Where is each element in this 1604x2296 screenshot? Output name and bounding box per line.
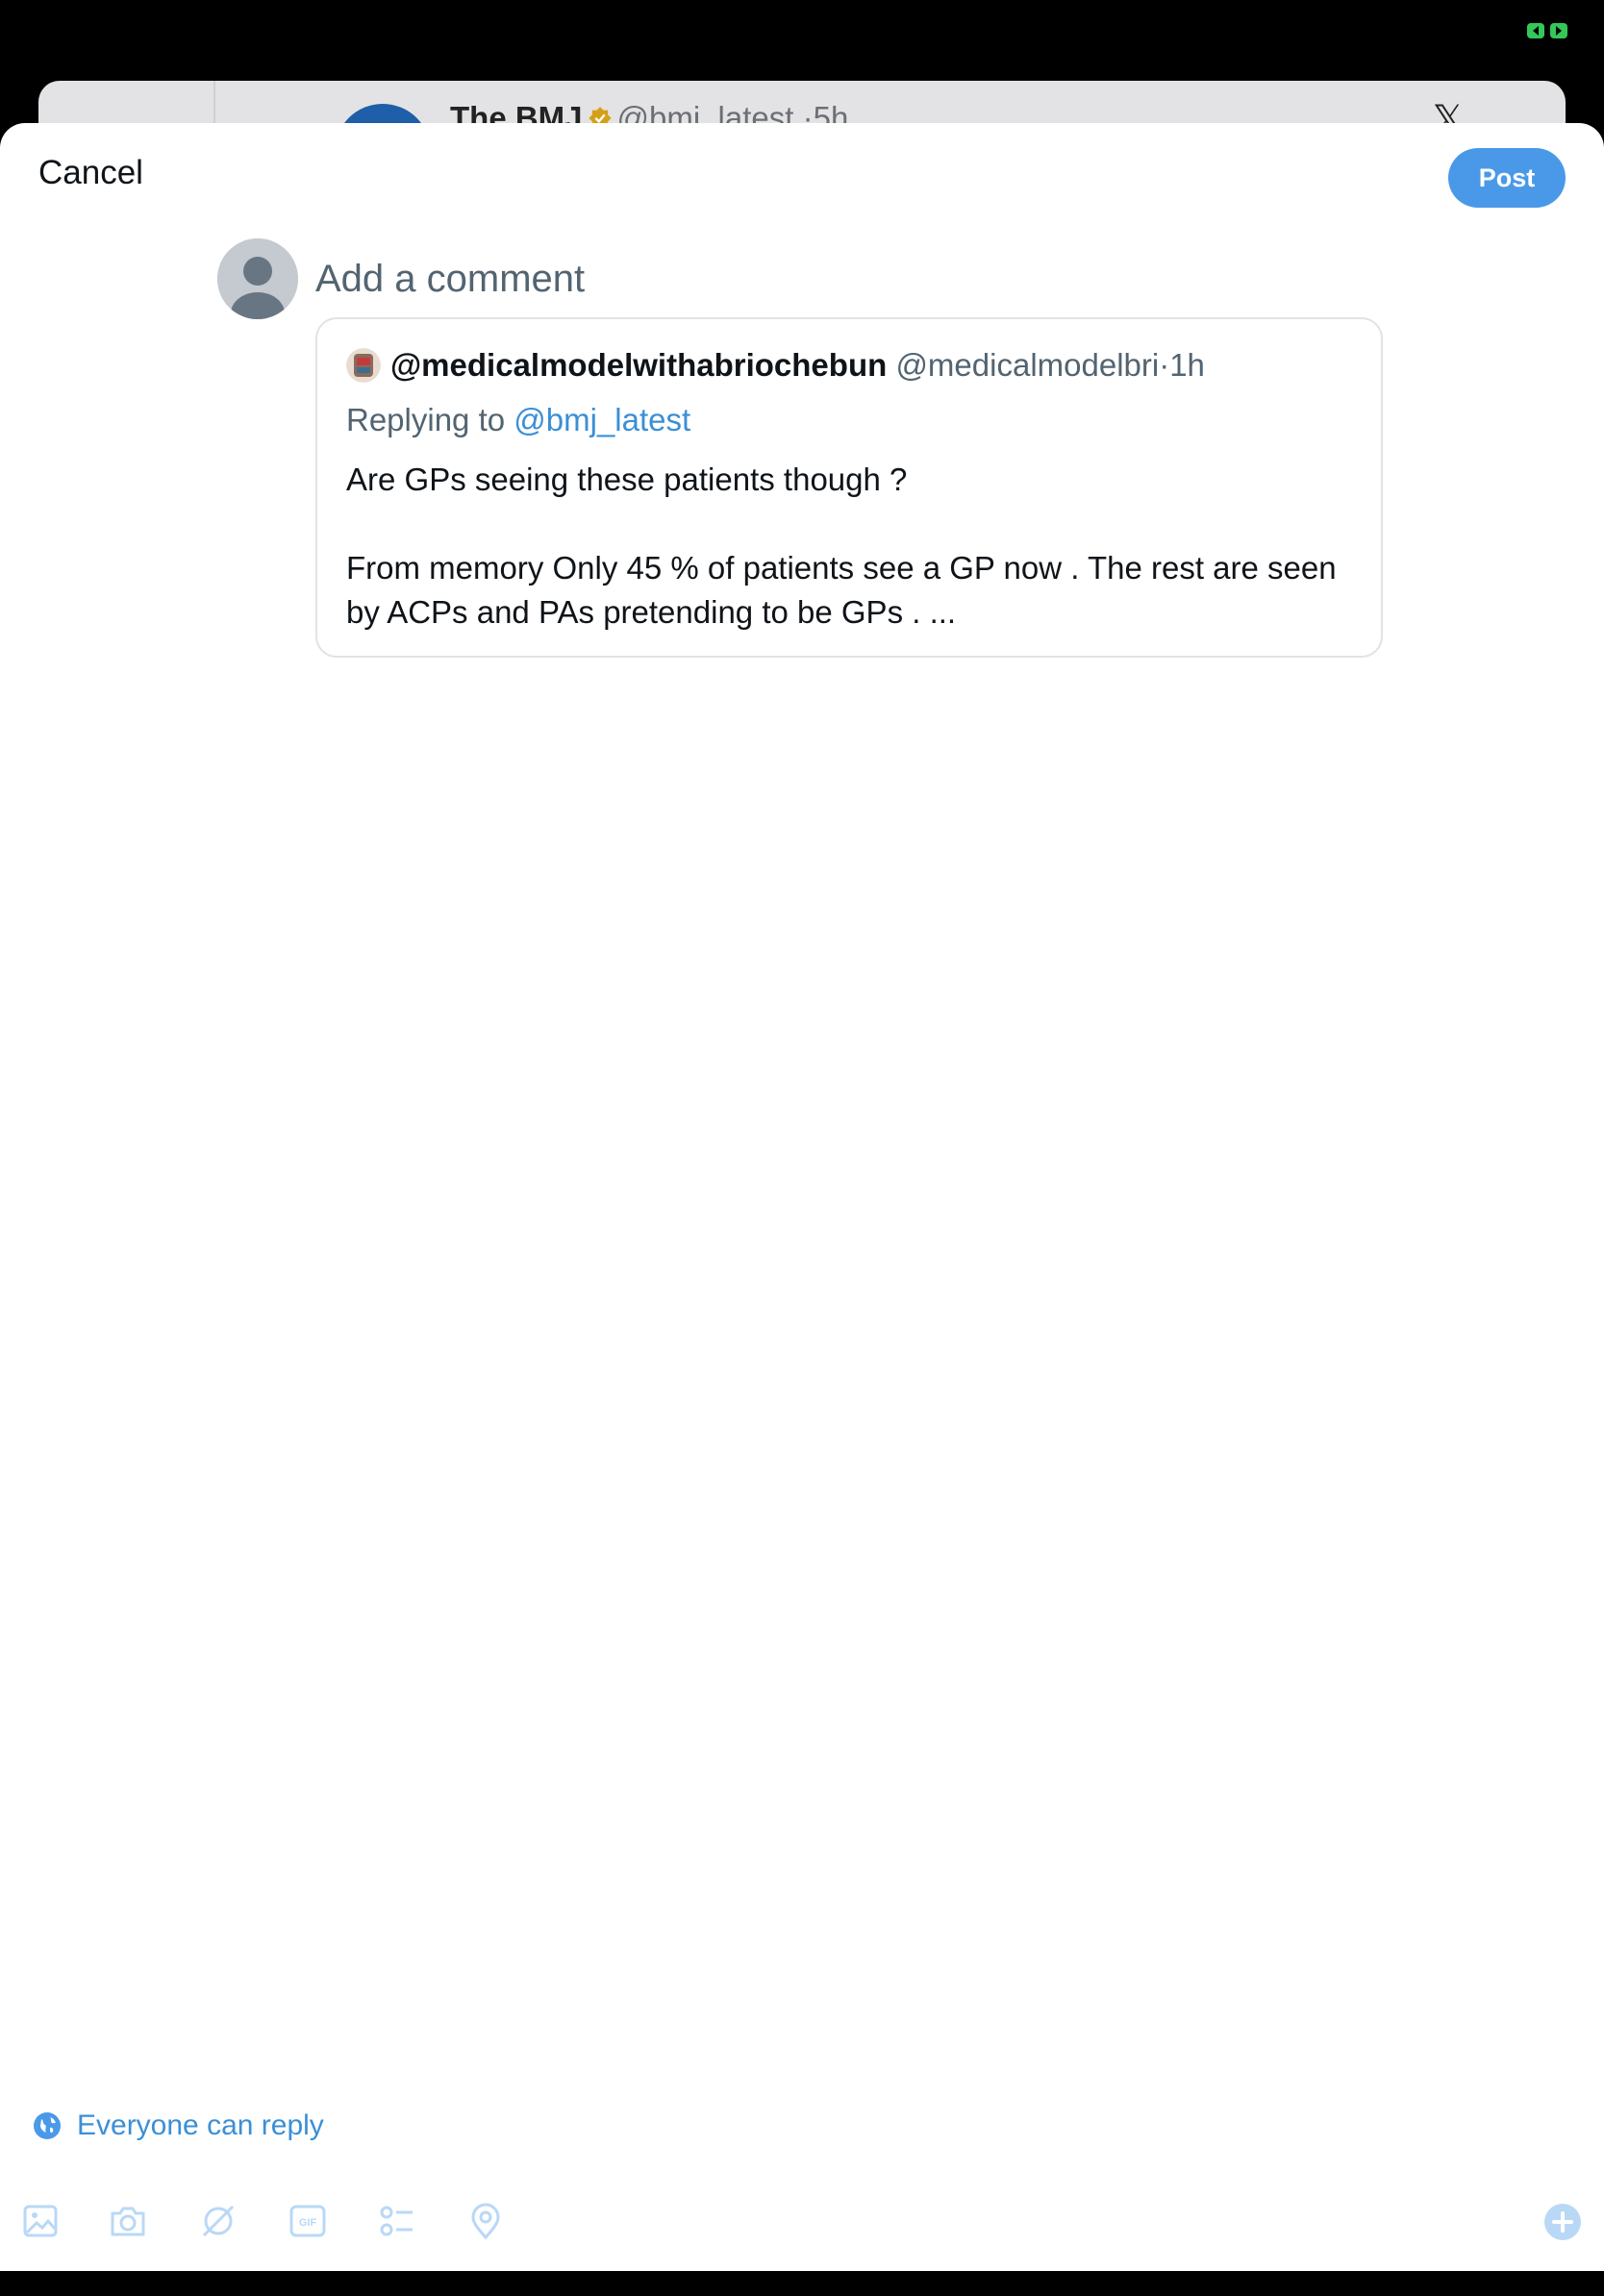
post-button[interactable]: Post — [1448, 148, 1566, 208]
cancel-button[interactable]: Cancel — [38, 154, 143, 192]
gif-icon[interactable]: GIF — [288, 2202, 327, 2240]
replying-to-prefix: Replying to — [346, 402, 506, 437]
add-thread-icon — [1552, 2211, 1573, 2233]
reply-setting-label: Everyone can reply — [77, 2109, 324, 2141]
composer-toolbar: GIF — [0, 2190, 1604, 2258]
screen: The BMJ @bmj_latest ·5h 𝕏 Cancel Post Ad… — [0, 0, 1604, 2296]
replying-to-mention[interactable]: @bmj_latest — [514, 402, 690, 437]
default-avatar-icon — [217, 238, 298, 319]
globe-icon — [34, 2112, 61, 2139]
gif-icon-text: GIF — [299, 2217, 317, 2229]
quoted-author-name: @medicalmodelwithabriochebun — [390, 347, 888, 383]
location-icon[interactable] — [466, 2202, 505, 2240]
quoted-text-line-2: From memory Only 45 % of patients see a … — [346, 550, 1337, 630]
reply-composer-sheet: Cancel Post @medicalmodelwithabriochebun… — [0, 123, 1604, 2271]
replying-to-line: Replying to @bmj_latest — [346, 402, 690, 438]
quoted-post-time: 1h — [1169, 347, 1205, 383]
image-icon[interactable] — [21, 2202, 60, 2240]
quoted-author-avatar — [346, 348, 381, 383]
comment-input[interactable] — [315, 250, 1373, 308]
add-thread-button[interactable] — [1544, 2204, 1581, 2240]
quoted-text-line-1: Are GPs seeing these patients though ? — [346, 462, 908, 497]
screen-mirroring-icon — [1527, 23, 1567, 38]
reply-setting-button[interactable]: Everyone can reply — [33, 2109, 324, 2142]
user-avatar — [217, 238, 298, 319]
quoted-post-header: @medicalmodelwithabriochebun @medicalmod… — [346, 346, 1205, 385]
quoted-author-handle: @medicalmodelbri — [895, 347, 1160, 383]
grok-icon[interactable] — [199, 2202, 238, 2240]
poll-icon[interactable] — [378, 2202, 416, 2240]
camera-icon[interactable] — [109, 2202, 147, 2240]
quoted-post-card[interactable]: @medicalmodelwithabriochebun @medicalmod… — [315, 317, 1383, 658]
quoted-post-text: Are GPs seeing these patients though ? F… — [346, 458, 1356, 635]
quoted-separator: · — [1159, 347, 1170, 383]
